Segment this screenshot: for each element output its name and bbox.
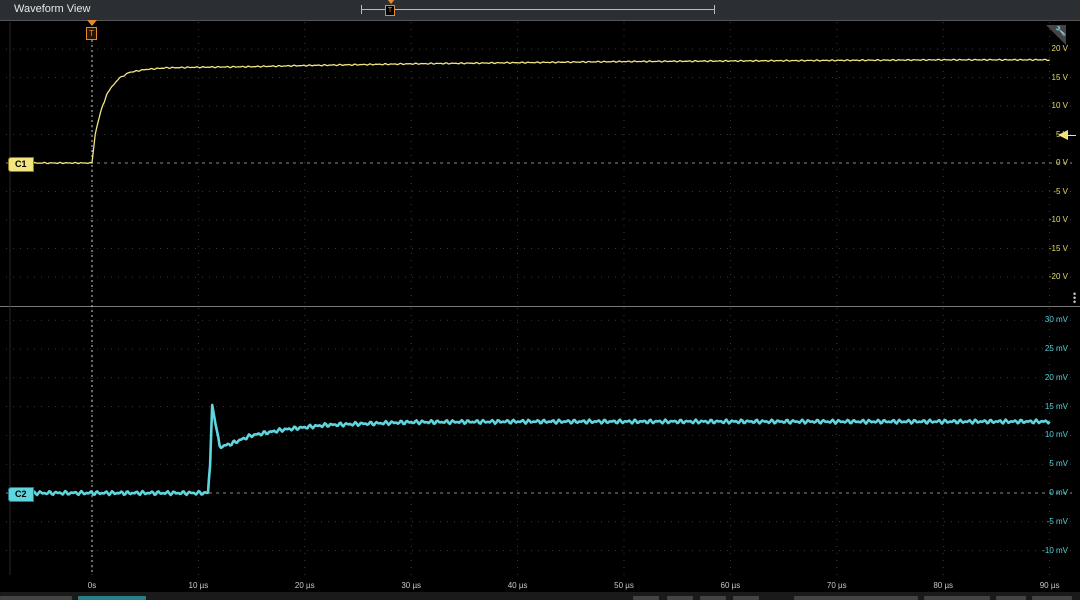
x-tick-label: 20 µs: [294, 581, 315, 590]
y-tick-label: 10 mV: [1044, 430, 1068, 440]
y-tick-label: -15 V: [1048, 243, 1068, 253]
x-tick-label: 90 µs: [1039, 581, 1060, 590]
bottom-control-7[interactable]: [996, 596, 1026, 600]
y-tick-label: -10 V: [1048, 215, 1068, 224]
waveform-plot[interactable]: [0, 0, 1080, 600]
bottom-control-3[interactable]: [700, 596, 726, 600]
y-tick-label: 20 V: [1051, 44, 1068, 53]
y-tick-label: -5 mV: [1046, 516, 1068, 526]
y-tick-label: 0 mV: [1049, 488, 1068, 497]
trace-c1: [8, 58, 1050, 165]
bottom-control-1[interactable]: [633, 596, 659, 600]
trigger-position-marker[interactable]: T: [86, 27, 97, 40]
drag-handle-icon[interactable]: • • •: [1073, 290, 1076, 307]
y-tick-label: 15 mV: [1044, 401, 1068, 411]
y-tick-label: 25 mV: [1044, 344, 1068, 353]
x-tick-label: 50 µs: [614, 581, 634, 590]
y-tick-label: 20 mV: [1044, 372, 1068, 382]
x-tick-label: 70 µs: [826, 581, 847, 590]
x-tick-label: 30 µs: [401, 581, 422, 590]
y-tick-label: 5 V: [1055, 129, 1068, 139]
y-tick-label: 0 V: [1055, 158, 1068, 167]
y-tick-label: 30 mV: [1044, 315, 1068, 325]
channel-2-label[interactable]: C2: [8, 487, 34, 502]
bottom-bar: [0, 592, 1080, 600]
bottom-control-2[interactable]: [667, 596, 693, 600]
bottom-badge-1[interactable]: [0, 596, 72, 600]
scope-window: Waveform View T T C1 C2 🔧 • • • 0s 10 µs 20 …: [0, 0, 1080, 600]
bottom-control-4[interactable]: [733, 596, 759, 600]
y-tick-label: -10 mV: [1042, 545, 1068, 555]
bottom-control-5[interactable]: [794, 596, 918, 600]
y-tick-label: -5 V: [1053, 186, 1068, 196]
bottom-control-8[interactable]: [1032, 596, 1072, 600]
x-tick-label: 40 µs: [507, 581, 528, 590]
y-tick-label: -20 V: [1048, 272, 1068, 281]
trigger-position-pointer-icon: [87, 20, 97, 26]
bottom-badge-2[interactable]: [78, 596, 146, 600]
x-tick-label: 80 µs: [933, 581, 954, 590]
channel-1-label[interactable]: C1: [8, 157, 34, 172]
trace-c2: [7, 403, 1051, 497]
wrench-icon[interactable]: 🔧: [1055, 26, 1066, 37]
y-tick-label: 5 mV: [1049, 459, 1068, 469]
x-tick-label: 10 µs: [188, 581, 209, 590]
x-tick-label: 60 µs: [720, 581, 741, 590]
y-tick-label: 10 V: [1051, 101, 1068, 110]
x-tick-label: 0s: [87, 581, 97, 590]
bottom-control-6[interactable]: [924, 596, 990, 600]
y-tick-label: 15 V: [1051, 72, 1068, 82]
